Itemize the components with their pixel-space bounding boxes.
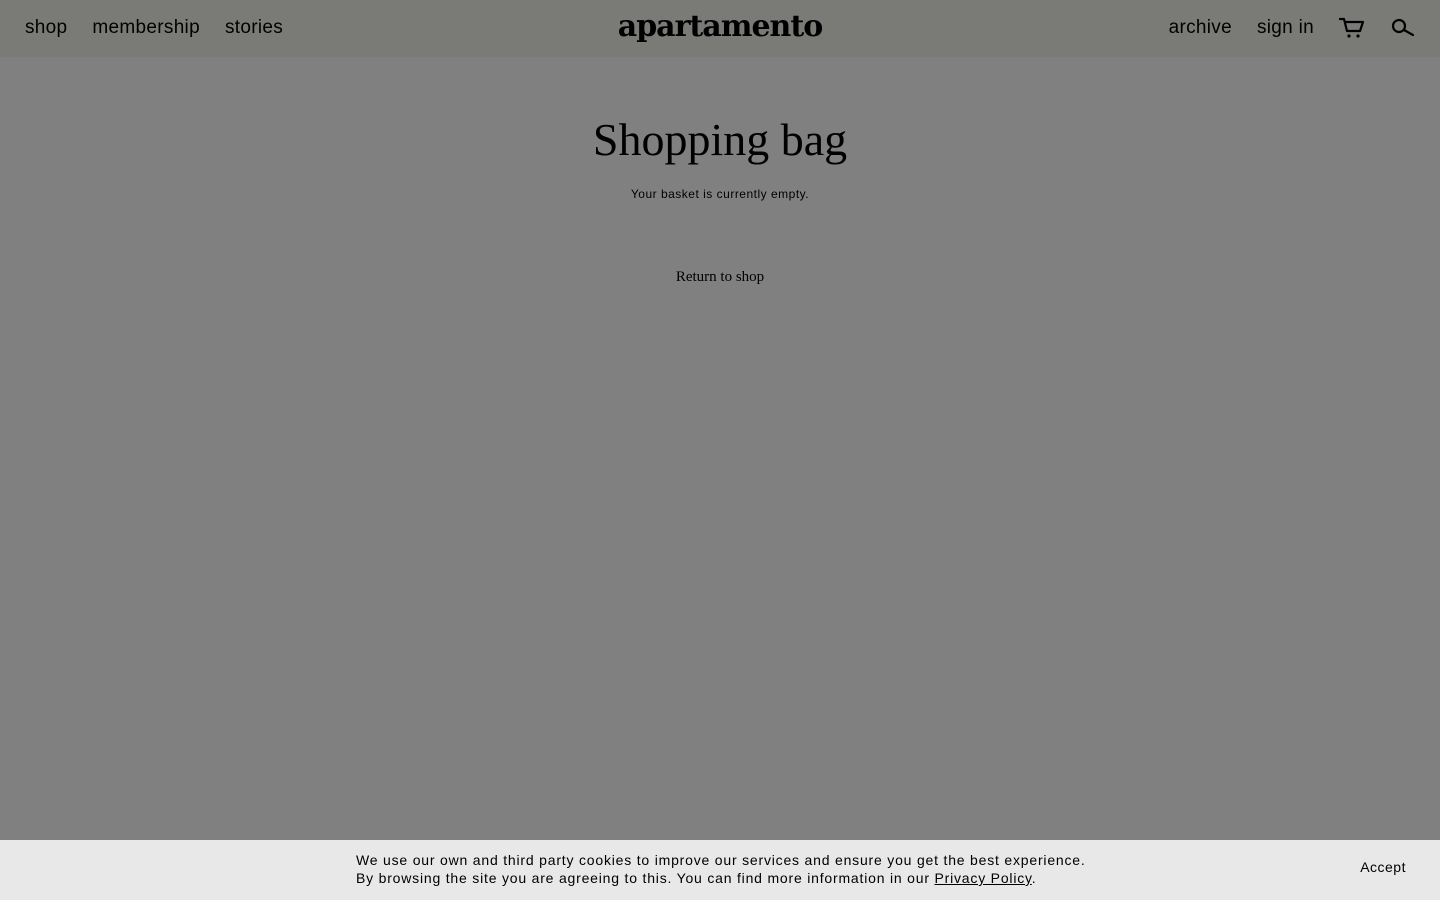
cookie-line-2: By browsing the site you are agreeing to… — [356, 869, 1086, 887]
empty-basket-message: Your basket is currently empty. — [630, 187, 810, 201]
return-to-shop-link[interactable]: Return to shop — [676, 269, 764, 286]
cookie-line-2-prefix: By browsing the site you are agreeing to… — [356, 870, 935, 886]
cookie-line-1: We use our own and third party cookies t… — [356, 852, 1086, 868]
nav-archive[interactable]: archive — [1169, 14, 1232, 42]
cookie-line-2-suffix: . — [1031, 870, 1037, 886]
nav-sign-in[interactable]: sign in — [1257, 14, 1314, 42]
search-icon[interactable] — [1390, 15, 1416, 41]
site-header: shop membership stories apartamento arch… — [0, 0, 1440, 57]
cookie-banner: We use our own and third party cookies t… — [0, 840, 1440, 900]
privacy-policy-link[interactable]: Privacy Policy — [935, 870, 1032, 886]
cart-icon[interactable] — [1339, 15, 1365, 41]
accept-cookies-button[interactable]: Accept — [1360, 859, 1406, 875]
secondary-nav: archive sign in — [1169, 14, 1416, 42]
shopping-bag-main: Shopping bag Your basket is currently em… — [0, 57, 1440, 286]
page-title: Shopping bag — [592, 114, 848, 165]
cookie-text: We use our own and third party cookies t… — [356, 851, 1086, 887]
